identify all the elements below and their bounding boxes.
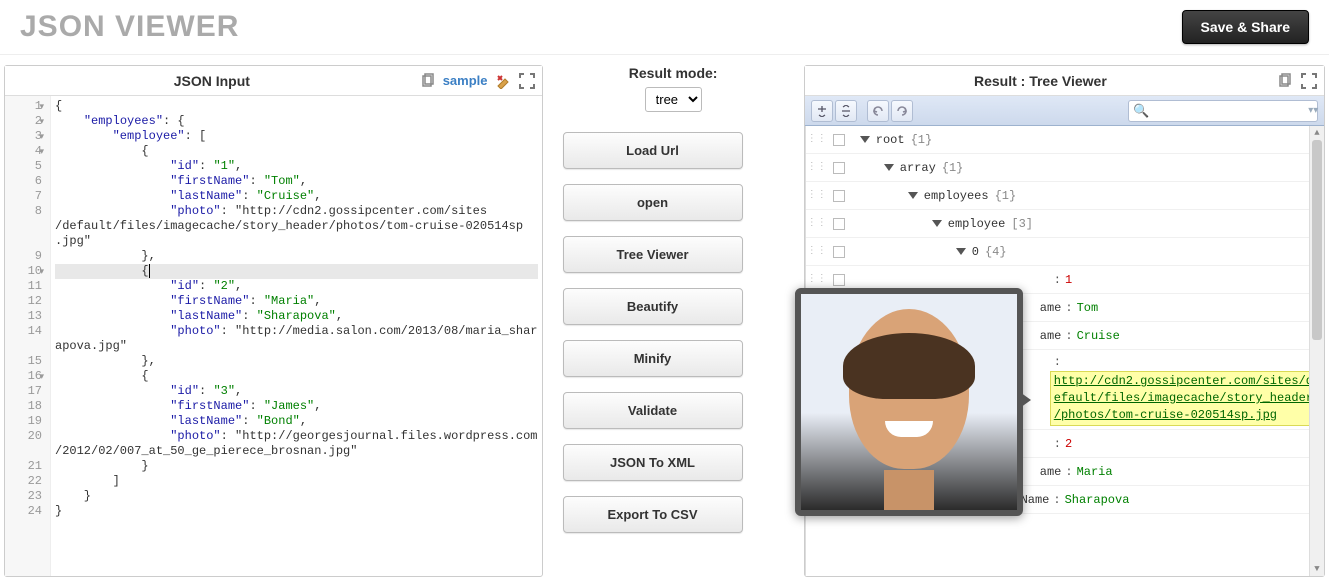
drag-handle-icon[interactable]: ⋮⋮ — [806, 154, 828, 182]
load-url-button[interactable]: Load Url — [563, 132, 743, 169]
scroll-up-icon[interactable]: ▲ — [1310, 126, 1324, 140]
input-panel-title: JSON Input — [5, 73, 419, 89]
scroll-thumb[interactable] — [1312, 140, 1322, 340]
tree-key[interactable]: ame — [1040, 458, 1062, 486]
scroll-down-icon[interactable]: ▼ — [1310, 562, 1324, 576]
popup-pointer-icon — [1017, 390, 1031, 410]
tree-viewer-button[interactable]: Tree Viewer — [563, 236, 743, 273]
tree-key[interactable]: ame — [1040, 322, 1062, 350]
tree-node-root[interactable]: root — [876, 126, 905, 154]
node-count: {4} — [985, 238, 1007, 266]
node-menu-icon[interactable] — [833, 134, 845, 146]
sample-link[interactable]: sample — [443, 73, 488, 88]
undo-icon[interactable] — [867, 100, 889, 122]
page-title: JSON VIEWER — [20, 10, 239, 44]
node-menu-icon[interactable] — [833, 218, 845, 230]
search-dropdown-icon[interactable]: ▾▾ — [1308, 105, 1318, 116]
beautify-button[interactable]: Beautify — [563, 288, 743, 325]
tree-toolbar: 🔍 ▾▾ — [805, 96, 1324, 126]
tree-search-input[interactable] — [1153, 104, 1308, 118]
tree-scrollbar[interactable]: ▲ ▼ — [1309, 126, 1324, 576]
fullscreen-result-icon[interactable] — [1300, 72, 1318, 90]
result-mode-select[interactable]: tree — [645, 87, 702, 112]
node-count: {1} — [911, 126, 933, 154]
node-count: [3] — [1011, 210, 1033, 238]
caret-down-icon[interactable] — [932, 220, 942, 227]
tree-key[interactable]: ame — [1040, 294, 1062, 322]
caret-down-icon[interactable] — [860, 136, 870, 143]
redo-icon[interactable] — [891, 100, 913, 122]
open-button[interactable]: open — [563, 184, 743, 221]
tree-value[interactable]: Sharapova — [1065, 486, 1130, 514]
tree-node-array[interactable]: array — [900, 154, 936, 182]
node-menu-icon[interactable] — [833, 190, 845, 202]
node-menu-icon[interactable] — [833, 274, 845, 286]
result-panel-title: Result : Tree Viewer — [805, 73, 1276, 89]
fullscreen-icon[interactable] — [518, 72, 536, 90]
json-to-xml-button[interactable]: JSON To XML — [563, 444, 743, 481]
copy-result-icon[interactable] — [1276, 72, 1294, 90]
tree-value[interactable]: Tom — [1077, 294, 1099, 322]
export-to-csv-button[interactable]: Export To CSV — [563, 496, 743, 533]
result-mode-label: Result mode: — [629, 65, 718, 81]
node-menu-icon[interactable] — [833, 246, 845, 258]
caret-down-icon[interactable] — [884, 164, 894, 171]
node-count: {1} — [995, 182, 1017, 210]
clear-icon[interactable] — [494, 72, 512, 90]
node-menu-icon[interactable] — [833, 162, 845, 174]
drag-handle-icon[interactable]: ⋮⋮ — [806, 126, 828, 154]
tree-value[interactable]: Cruise — [1077, 322, 1120, 350]
tree-search[interactable]: 🔍 ▾▾ — [1128, 100, 1318, 122]
tree-value[interactable]: 1 — [1065, 266, 1072, 294]
image-preview-popup — [795, 288, 1023, 516]
tree-node-index-0[interactable]: 0 — [972, 238, 979, 266]
search-icon: 🔍 — [1133, 103, 1149, 119]
caret-down-icon[interactable] — [956, 248, 966, 255]
expand-all-icon[interactable] — [811, 100, 833, 122]
tree-value[interactable]: 2 — [1065, 430, 1072, 458]
caret-down-icon[interactable] — [908, 192, 918, 199]
node-count: {1} — [942, 154, 964, 182]
code-editor[interactable]: 12345678 91011121314 151617181920 212223… — [5, 96, 542, 576]
actions-panel: Result mode: tree Load Url open Tree Viewe… — [563, 65, 784, 577]
tree-value[interactable]: Maria — [1077, 458, 1113, 486]
minify-button[interactable]: Minify — [563, 340, 743, 377]
validate-button[interactable]: Validate — [563, 392, 743, 429]
tree-node-employees[interactable]: employees — [924, 182, 989, 210]
drag-handle-icon[interactable]: ⋮⋮ — [806, 182, 828, 210]
save-share-button[interactable]: Save & Share — [1182, 10, 1310, 44]
json-input-panel: JSON Input sample 12345678 91011121314 1… — [4, 65, 543, 577]
copy-icon[interactable] — [419, 72, 437, 90]
tree-value-photo-link[interactable]: http://cdn2.gossipcenter.com/sites/d efa… — [1050, 371, 1317, 426]
drag-handle-icon[interactable]: ⋮⋮ — [806, 210, 828, 238]
drag-handle-icon[interactable]: ⋮⋮ — [806, 238, 828, 266]
collapse-all-icon[interactable] — [835, 100, 857, 122]
tree-node-employee[interactable]: employee — [948, 210, 1006, 238]
